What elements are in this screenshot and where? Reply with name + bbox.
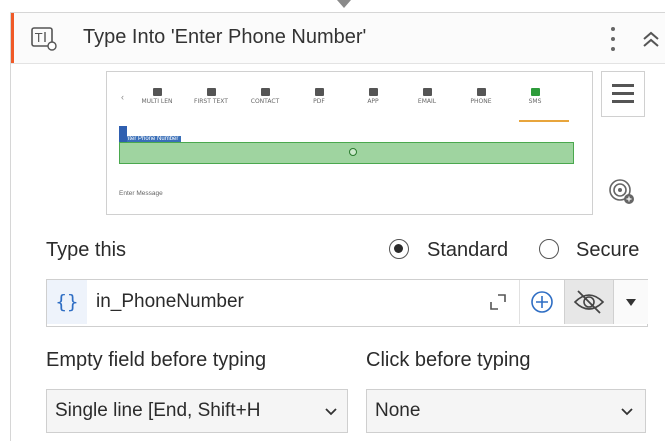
collapse-icon[interactable] — [639, 27, 663, 51]
chevron-down-icon — [325, 408, 337, 416]
input-options-dropdown[interactable] — [613, 280, 648, 324]
preview-nav-label: PHONE — [470, 98, 492, 105]
type-into-icon: T — [31, 27, 57, 51]
type-into-activity[interactable]: T Type Into 'Enter Phone Number' ‹ Enter… — [10, 12, 665, 441]
field-highlight-marker — [119, 126, 127, 142]
eye-off-icon — [573, 290, 605, 314]
type-this-label: Type this — [46, 239, 127, 261]
preview-nav-label: SMS — [528, 98, 542, 105]
grid-icon — [368, 88, 378, 96]
click-before-label: Click before typing — [366, 349, 531, 371]
activity-title: Type Into 'Enter Phone Number' — [83, 26, 367, 48]
toggle-visibility-button[interactable] — [564, 280, 613, 324]
variable-icon: {} — [47, 280, 87, 324]
options-menu-button[interactable] — [601, 71, 645, 117]
preview-footer-text: Enter Message — [119, 190, 163, 197]
preview-nav-item: PDF — [295, 88, 343, 124]
highlighted-phone-field — [119, 142, 574, 164]
empty-field-label: Empty field before typing — [46, 349, 267, 371]
type-this-input[interactable]: {} in_PhoneNumber — [46, 279, 648, 327]
preview-nav-item: MULTI LEN — [133, 88, 181, 124]
standard-radio-label[interactable]: Standard — [427, 239, 508, 262]
indicate-target-icon[interactable] — [607, 177, 637, 207]
document-icon — [206, 88, 216, 96]
more-options-icon[interactable] — [605, 24, 621, 54]
click-before-select[interactable]: None — [366, 389, 646, 433]
mail-icon — [422, 88, 432, 96]
standard-radio[interactable] — [389, 239, 409, 259]
preview-nav-label: EMAIL — [417, 98, 437, 105]
phone-icon — [476, 88, 486, 96]
activity-header[interactable]: T Type Into 'Enter Phone Number' — [11, 13, 665, 64]
sms-icon — [530, 88, 540, 96]
back-chevron-icon: ‹ — [121, 92, 124, 102]
preview-nav-label: CONTACT — [250, 98, 280, 105]
empty-field-value: Single line [End, Shift+H — [55, 400, 261, 421]
preview-nav-item: EMAIL — [403, 88, 451, 124]
type-this-value[interactable]: in_PhoneNumber — [96, 280, 244, 324]
secure-radio-label[interactable]: Secure — [576, 239, 639, 262]
preview-nav-label: APP — [367, 98, 379, 105]
preview-nav-item: APP — [349, 88, 397, 124]
contact-icon — [260, 88, 270, 96]
target-anchor-icon — [349, 148, 357, 156]
expand-editor-icon[interactable] — [487, 291, 509, 313]
list-icon — [152, 88, 162, 96]
click-before-value: None — [375, 400, 421, 421]
preview-nav-item: SMS — [511, 88, 559, 124]
preview-nav-label: FIRST TEXT — [194, 98, 228, 105]
empty-field-select[interactable]: Single line [End, Shift+H — [46, 389, 348, 433]
preview-nav-item: FIRST TEXT — [187, 88, 235, 124]
activity-accent-bar — [11, 13, 14, 63]
preview-nav-item: CONTACT — [241, 88, 289, 124]
pdf-icon — [314, 88, 324, 96]
preview-nav-label: PDF — [313, 98, 325, 105]
connector-arrow-icon — [337, 0, 351, 8]
chevron-down-icon — [621, 408, 633, 416]
secure-radio[interactable] — [539, 239, 559, 259]
preview-nav-item: PHONE — [457, 88, 505, 124]
preview-nav-label: MULTI LEN — [141, 98, 173, 105]
add-variable-button[interactable] — [519, 280, 564, 324]
target-preview-thumbnail[interactable]: ‹ Enter Phone Number Enter Message MULTI… — [106, 71, 593, 215]
svg-text:T: T — [34, 31, 43, 45]
